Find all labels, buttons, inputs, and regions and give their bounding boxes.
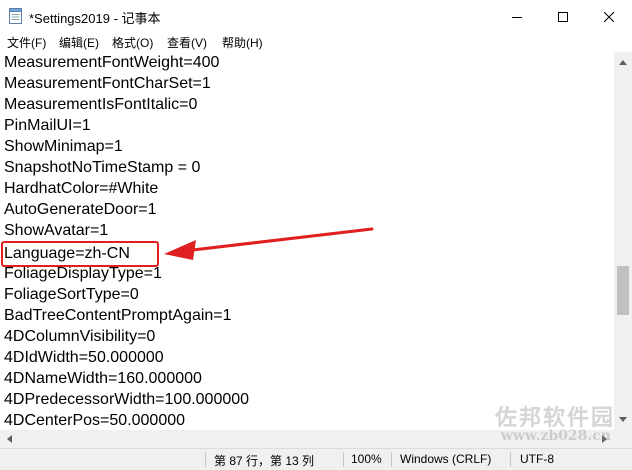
status-separator — [391, 452, 392, 467]
status-cursor-position: 第 87 行，第 13 列 — [214, 454, 315, 468]
scroll-down-icon[interactable] — [614, 412, 632, 428]
status-separator — [343, 452, 344, 467]
status-separator — [510, 452, 511, 467]
status-line-ending: Windows (CRLF) — [400, 452, 492, 466]
watermark: 佐邦软件园 www.zb028.cn — [465, 400, 615, 450]
status-zoom: 100% — [351, 452, 382, 466]
scrollbar-corner — [614, 430, 632, 448]
status-encoding: UTF-8 — [520, 452, 554, 466]
status-separator — [205, 452, 206, 467]
watermark-url: www.zb028.cn — [500, 428, 611, 444]
scroll-up-icon[interactable] — [614, 54, 632, 70]
scroll-left-icon[interactable] — [2, 430, 18, 448]
scrollbar-thumb[interactable] — [617, 266, 629, 315]
vertical-scrollbar[interactable] — [614, 52, 632, 430]
status-bar: 第 87 行，第 13 列 100% Windows (CRLF) UTF-8 — [0, 448, 632, 470]
